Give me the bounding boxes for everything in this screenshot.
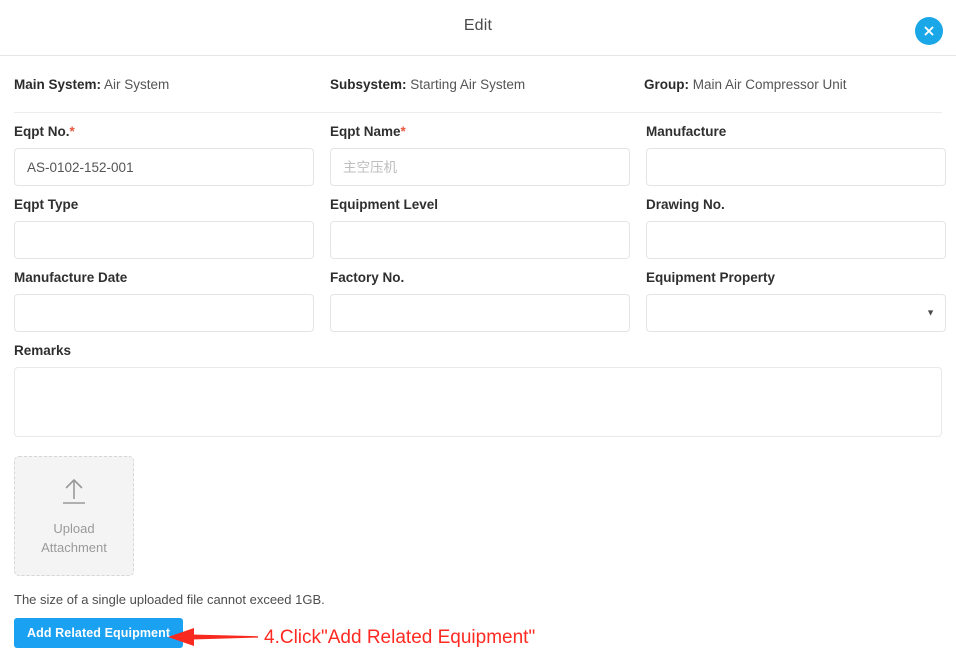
eqpt-name-required-star: * [400, 124, 406, 139]
info-subsystem-separator: : [402, 76, 407, 92]
field-manufacture-date: Manufacture Date [14, 269, 314, 332]
eqpt-name-label-text: Eqpt Name [330, 124, 401, 139]
close-icon [924, 26, 934, 36]
info-group-value: Main Air Compressor Unit [692, 76, 847, 92]
info-main-system-label: Main System [14, 76, 97, 92]
eqpt-name-label: Eqpt Name* [330, 123, 630, 141]
upload-attachment-dropzone[interactable]: Upload Attachment [14, 456, 134, 576]
field-equipment-property: Equipment Property ▼ [646, 269, 946, 332]
form-row-4: Remarks [14, 342, 942, 442]
info-subsystem-value: Starting Air System [410, 76, 526, 92]
upload-text-line2: Attachment [41, 540, 107, 555]
upload-attachment-text: Upload Attachment [41, 519, 107, 557]
manufacture-label: Manufacture [646, 124, 727, 139]
equipment-level-label: Equipment Level [330, 197, 439, 212]
info-main-system-separator: : [96, 76, 102, 92]
page-title: Edit [463, 17, 493, 34]
manufacture-input[interactable] [646, 148, 946, 186]
close-button[interactable] [915, 17, 943, 45]
upload-size-hint: The size of a single uploaded file canno… [14, 592, 325, 607]
manufacture-date-input[interactable] [14, 294, 314, 332]
field-eqpt-name: Eqpt Name* [330, 123, 630, 186]
field-eqpt-no: Eqpt No.* [14, 123, 314, 186]
upload-text-line1: Upload [53, 521, 95, 536]
eqpt-no-label-text: Eqpt No. [14, 124, 70, 139]
equipment-property-label: Equipment Property [646, 270, 776, 285]
eqpt-no-input[interactable] [14, 148, 314, 186]
info-main-system-value: Air System [104, 76, 170, 92]
equipment-level-input[interactable] [330, 221, 630, 259]
add-related-equipment-button[interactable]: Add Related Equipment [14, 618, 184, 648]
info-subsystem-label: Subsystem [330, 76, 403, 92]
form-row-2: Eqpt Type Equipment Level Drawing No. [14, 196, 946, 259]
info-subsystem: Subsystem: Starting Air System [330, 77, 644, 92]
modal-header: Edit [0, 0, 956, 56]
form-row-1: Eqpt No.* Eqpt Name* Manufacture [14, 123, 946, 186]
equipment-property-select[interactable] [646, 294, 946, 332]
field-equipment-level: Equipment Level [330, 196, 630, 259]
eqpt-name-input[interactable] [330, 148, 630, 186]
form-row-3: Manufacture Date Factory No. Equipment P… [14, 269, 946, 332]
field-factory-no: Factory No. [330, 269, 630, 332]
factory-no-input[interactable] [330, 294, 630, 332]
info-group: Group: Main Air Compressor Unit [644, 77, 942, 92]
edit-equipment-form: Eqpt No.* Eqpt Name* Manufacture Eqpt Ty… [0, 123, 956, 648]
system-info-row: Main System: Air System Subsystem: Start… [14, 56, 942, 113]
eqpt-no-label: Eqpt No.* [14, 123, 314, 141]
remarks-textarea[interactable] [14, 367, 942, 437]
drawing-no-label: Drawing No. [646, 197, 725, 212]
eqpt-type-input[interactable] [14, 221, 314, 259]
eqpt-no-required-star: * [69, 124, 75, 139]
upload-arrow-icon [63, 479, 85, 504]
info-group-label: Group [644, 76, 685, 92]
field-drawing-no: Drawing No. [646, 196, 946, 259]
drawing-no-input[interactable] [646, 221, 946, 259]
field-eqpt-type: Eqpt Type [14, 196, 314, 259]
field-manufacture: Manufacture [646, 123, 946, 186]
info-group-separator: : [684, 76, 690, 92]
info-main-system: Main System: Air System [14, 77, 330, 92]
manufacture-date-label: Manufacture Date [14, 270, 128, 285]
factory-no-label: Factory No. [330, 270, 405, 285]
eqpt-type-label: Eqpt Type [14, 197, 79, 212]
remarks-label: Remarks [14, 343, 72, 358]
equipment-property-select-wrapper: ▼ [646, 294, 946, 332]
field-remarks: Remarks [14, 342, 942, 442]
